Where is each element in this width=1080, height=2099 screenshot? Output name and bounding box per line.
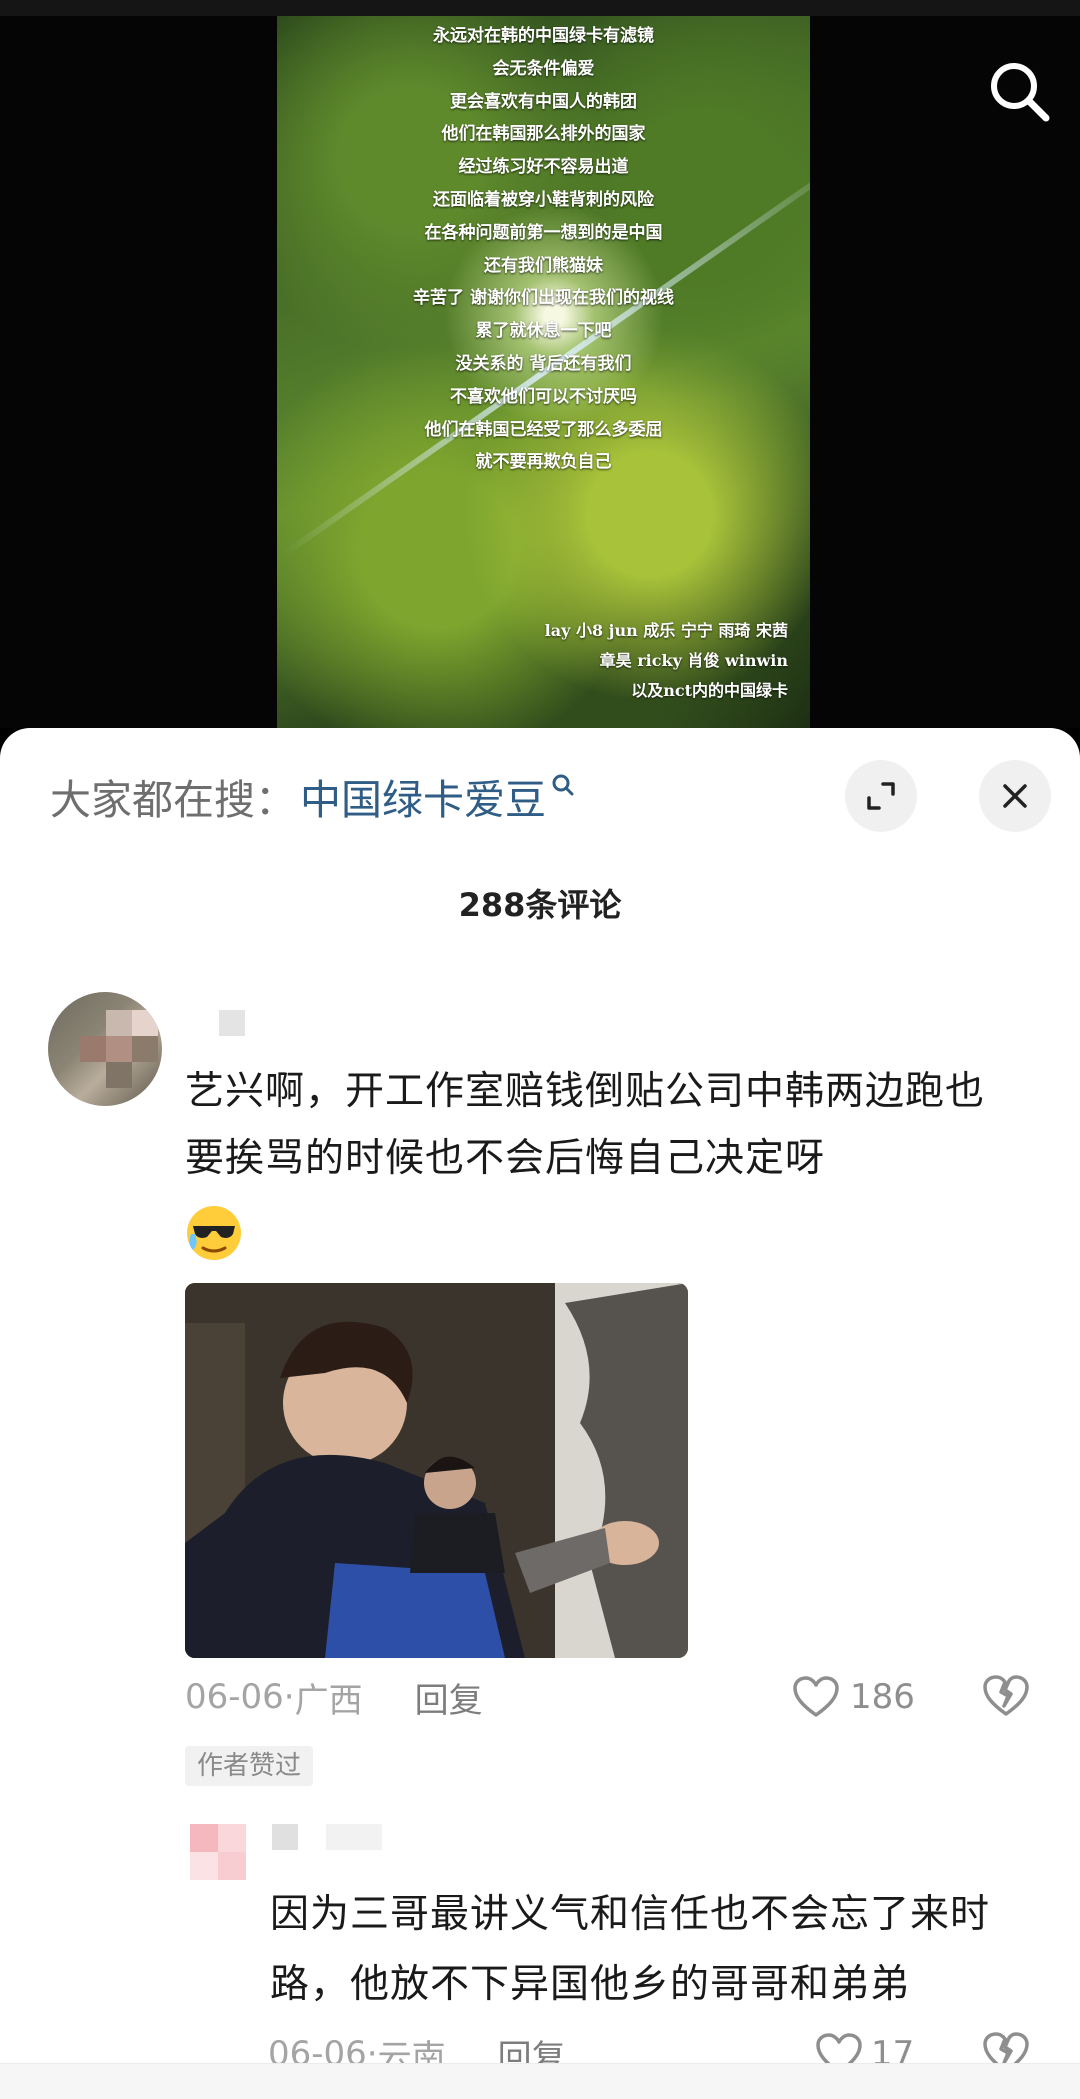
credit-line: 以及nct内的中国绿卡	[631, 681, 788, 700]
caption-line: 会无条件偏爱	[492, 58, 595, 79]
caption-line: 没关系的 背后还有我们	[455, 353, 632, 374]
caption-line: 就不要再欺负自己	[475, 452, 612, 473]
like-button[interactable]: 186	[792, 1668, 915, 1726]
caption-line: 还有我们熊猫妹	[484, 255, 603, 276]
broken-heart-icon[interactable]	[982, 1672, 1030, 1720]
comment-date: 06-06	[185, 1677, 284, 1717]
author-liked-badge: 作者赞过	[185, 1746, 314, 1786]
comments-sheet: 大家都在搜： 中国绿卡爱豆 288条评论 艺兴啊，开工作室赔钱倒贴公司中韩两边跑…	[0, 728, 1080, 2099]
search-icon[interactable]	[984, 56, 1056, 128]
comment-count: 288条评论	[458, 886, 622, 924]
expand-icon	[867, 782, 895, 810]
caption-line: 他们在韩国那么排外的国家	[441, 124, 646, 145]
video-player[interactable]: 永远对在韩的中国绿卡有滤镜 会无条件偏爱 更会喜欢有中国人的韩团 他们在韩国那么…	[0, 0, 1080, 728]
close-icon	[1003, 784, 1027, 808]
caption-line: 他们在韩国已经受了那么多委屈	[424, 419, 663, 440]
video-caption-lines: 永远对在韩的中国绿卡有滤镜 会无条件偏爱 更会喜欢有中国人的韩团 他们在韩国那么…	[277, 20, 810, 479]
comment-input-bar[interactable]	[0, 2063, 1080, 2099]
caption-line: 辛苦了 谢谢你们出现在我们的视线	[413, 288, 674, 309]
heart-icon	[793, 1676, 839, 1717]
reply-target-username[interactable]	[326, 1824, 382, 1850]
meta-separator: ·	[283, 1677, 295, 1717]
caption-line: 还面临着被穿小鞋背刺的风险	[433, 189, 654, 210]
caption-line: 在各种问题前第一想到的是中国	[424, 222, 663, 243]
caption-line: 不喜欢他们可以不讨厌吗	[450, 386, 637, 407]
avatar[interactable]	[48, 992, 162, 1106]
hot-search-bar[interactable]: 大家都在搜： 中国绿卡爱豆	[50, 766, 576, 826]
video-credits: lay 小8 jun 成乐 宁宁 雨琦 宋茜 章昊 ricky 肖俊 winwi…	[545, 616, 788, 706]
comment-text: 艺兴啊，开工作室赔钱倒贴公司中韩两边跑也要挨骂的时候也不会后悔自己决定呀	[185, 1069, 986, 1181]
expand-button[interactable]	[845, 760, 917, 832]
like-count: 186	[850, 1677, 915, 1717]
caption-line: 永远对在韩的中国绿卡有滤镜	[433, 26, 654, 46]
close-button[interactable]	[979, 760, 1051, 832]
hot-search-prefix: 大家都在搜：	[50, 776, 296, 824]
comment-meta: 06-06 · 广西 回复	[185, 1668, 483, 1726]
caption-line: 更会喜欢有中国人的韩团	[450, 91, 637, 112]
caption-line: 累了就休息一下吧	[475, 321, 612, 342]
comment-text: 因为三哥最讲义气和信任也不会忘了来时路，他放不下异国他乡的哥哥和弟弟	[270, 1892, 991, 2007]
username[interactable]	[219, 1010, 245, 1036]
credit-line: 章昊 ricky 肖俊 winwin	[599, 651, 788, 670]
search-icon	[552, 774, 574, 796]
comment-image[interactable]	[185, 1283, 688, 1658]
credit-line: lay 小8 jun 成乐 宁宁 雨琦 宋茜	[544, 621, 788, 640]
caption-line: 经过练习好不容易出道	[458, 157, 629, 178]
hot-search-keyword[interactable]: 中国绿卡爱豆	[300, 766, 546, 826]
reply-button[interactable]: 回复	[415, 1673, 483, 1722]
video-frame[interactable]: 永远对在韩的中国绿卡有滤镜 会无条件偏爱 更会喜欢有中国人的韩团 他们在韩国那么…	[277, 16, 810, 728]
status-bar	[0, 0, 1080, 16]
cool-sweat-emoji-icon	[187, 1206, 241, 1260]
username[interactable]	[272, 1824, 298, 1850]
comment-location: 广西	[294, 1680, 363, 1721]
avatar[interactable]	[190, 1824, 246, 1880]
